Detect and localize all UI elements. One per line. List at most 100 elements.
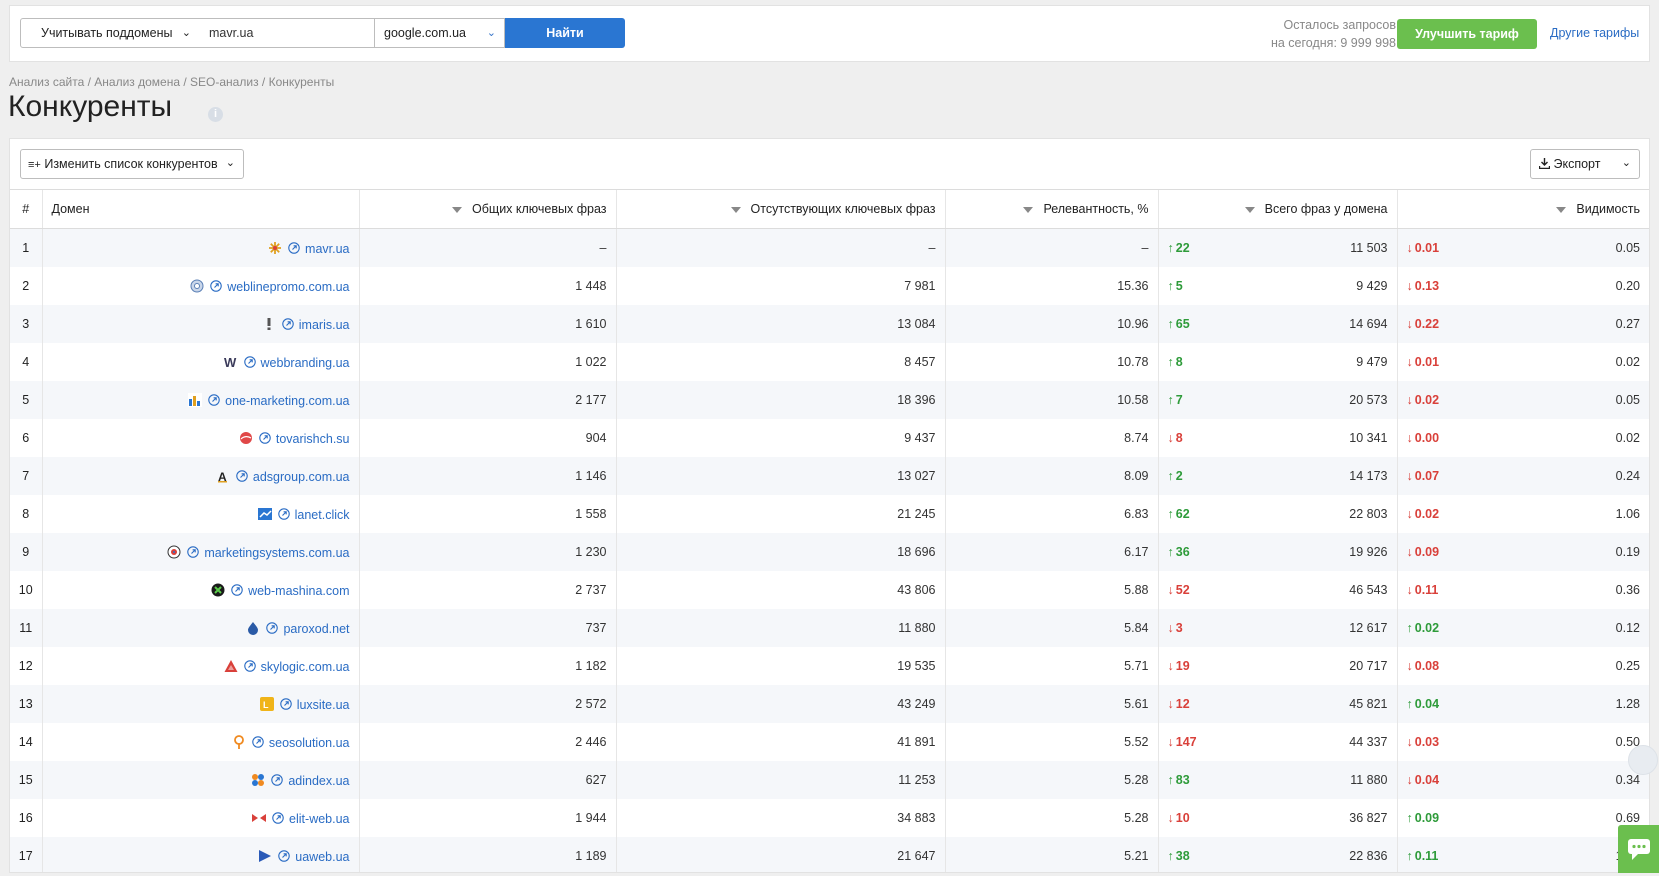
- domain-link[interactable]: weblinepromo.com.ua: [227, 280, 349, 294]
- missing-phrases-cell[interactable]: 11 880: [615, 609, 945, 647]
- common-phrases-cell[interactable]: 1 558: [358, 495, 616, 533]
- col-relevance-header[interactable]: Релевантность, %: [944, 189, 1158, 229]
- domain-link[interactable]: lanet.click: [295, 508, 350, 522]
- external-link-icon[interactable]: [271, 773, 284, 786]
- common-phrases-cell[interactable]: 1 610: [358, 305, 616, 343]
- common-phrases-cell[interactable]: 1 944: [358, 799, 616, 837]
- other-plans-link[interactable]: Другие тарифы: [1550, 26, 1639, 40]
- missing-phrases-cell[interactable]: 18 396: [615, 381, 945, 419]
- missing-phrases-cell[interactable]: 19 535: [615, 647, 945, 685]
- domain-link[interactable]: paroxod.net: [283, 622, 349, 636]
- common-phrases-cell[interactable]: 737: [358, 609, 616, 647]
- total-value: 11 880: [1350, 773, 1388, 787]
- external-link-icon[interactable]: [231, 583, 243, 596]
- domain-link[interactable]: seosolution.ua: [269, 736, 350, 750]
- domain-link[interactable]: adindex.ua: [288, 774, 349, 788]
- row-number: 2: [10, 267, 42, 305]
- external-link-icon[interactable]: [277, 507, 290, 520]
- domain-link[interactable]: luxsite.ua: [297, 698, 350, 712]
- missing-phrases-cell[interactable]: 43 249: [615, 685, 945, 723]
- domain-link[interactable]: imaris.ua: [299, 318, 350, 332]
- common-phrases-cell[interactable]: 2 446: [358, 723, 616, 761]
- external-link-icon[interactable]: [272, 811, 284, 824]
- domain-link[interactable]: adsgroup.com.ua: [253, 470, 350, 484]
- common-phrases-cell[interactable]: 1 022: [358, 343, 616, 381]
- missing-phrases-cell[interactable]: 7 981: [615, 267, 945, 305]
- domain-link[interactable]: mavr.ua: [305, 242, 349, 256]
- domain-link[interactable]: one-marketing.com.ua: [225, 394, 349, 408]
- table-header-row: # Домен Общих ключевых фраз Отсутствующи…: [10, 189, 1649, 229]
- common-phrases-cell[interactable]: 2 572: [358, 685, 616, 723]
- missing-phrases-cell[interactable]: 13 084: [615, 305, 945, 343]
- common-phrases-cell[interactable]: 904: [358, 419, 616, 457]
- breadcrumb-domain-analysis[interactable]: Анализ домена: [94, 75, 180, 89]
- domain-cell: one-marketing.com.ua: [41, 381, 359, 419]
- external-link-icon[interactable]: [278, 849, 291, 862]
- visibility-value: 0.34: [1615, 773, 1640, 787]
- domain-cell: adindex.ua: [41, 761, 359, 799]
- col-visibility-header[interactable]: Видимость: [1396, 189, 1649, 229]
- external-link-icon[interactable]: [236, 469, 248, 482]
- domain-link[interactable]: skylogic.com.ua: [261, 660, 350, 674]
- breadcrumb-site-analysis[interactable]: Анализ сайта: [9, 75, 84, 89]
- search-engine-select[interactable]: google.com.ua ⌄: [375, 18, 505, 48]
- col-domain-header[interactable]: Домен: [41, 189, 359, 229]
- visibility-change: 0.04: [1407, 697, 1439, 711]
- chat-button[interactable]: [1618, 825, 1659, 873]
- external-link-icon[interactable]: [266, 621, 279, 634]
- missing-phrases-cell[interactable]: 8 457: [615, 343, 945, 381]
- info-icon[interactable]: i: [208, 107, 223, 122]
- col-total-header[interactable]: Всего фраз у домена: [1157, 189, 1397, 229]
- common-phrases-cell[interactable]: 1 230: [358, 533, 616, 571]
- external-link-icon[interactable]: [252, 735, 264, 748]
- domain-link[interactable]: elit-web.ua: [289, 812, 349, 826]
- common-phrases-cell[interactable]: 2 177: [358, 381, 616, 419]
- external-link-icon[interactable]: [208, 393, 220, 406]
- domain-link[interactable]: uaweb.ua: [295, 850, 349, 864]
- common-phrases-cell[interactable]: 1 448: [358, 267, 616, 305]
- missing-phrases-cell[interactable]: 21 647: [615, 837, 945, 872]
- exclamation-favicon: [267, 317, 271, 330]
- missing-phrases-cell[interactable]: –: [615, 228, 945, 267]
- external-link-icon[interactable]: [259, 431, 271, 444]
- common-phrases-cell[interactable]: 1 146: [358, 457, 616, 495]
- competitors-table: # Домен Общих ключевых фраз Отсутствующи…: [10, 189, 1649, 872]
- col-missing-header[interactable]: Отсутствующих ключевых фраз: [615, 189, 945, 229]
- external-link-icon[interactable]: [187, 545, 200, 558]
- common-phrases-cell[interactable]: 1 189: [358, 837, 616, 872]
- missing-phrases-cell[interactable]: 43 806: [615, 571, 945, 609]
- domain-cell: elit-web.ua: [41, 799, 359, 837]
- edit-competitors-button[interactable]: ≡+ Изменить список конкурентов ⌄: [20, 149, 244, 179]
- missing-phrases-cell[interactable]: 9 437: [615, 419, 945, 457]
- external-link-icon[interactable]: [279, 697, 292, 710]
- total-change: 8: [1168, 355, 1183, 369]
- missing-phrases-cell[interactable]: 13 027: [615, 457, 945, 495]
- scroll-top-button[interactable]: [1628, 745, 1658, 775]
- external-link-icon[interactable]: [282, 317, 294, 330]
- missing-phrases-cell[interactable]: 21 245: [615, 495, 945, 533]
- common-phrases-cell[interactable]: 2 737: [358, 571, 616, 609]
- domain-link[interactable]: tovarishch.su: [276, 432, 350, 446]
- upgrade-plan-button[interactable]: Улучшить тариф: [1397, 19, 1537, 49]
- export-button[interactable]: Экспорт ⌄: [1530, 149, 1640, 179]
- missing-phrases-cell[interactable]: 34 883: [615, 799, 945, 837]
- subdomain-select[interactable]: Учитывать поддомены ⌄: [20, 18, 200, 48]
- domain-link[interactable]: webbranding.ua: [261, 356, 350, 370]
- col-common-header[interactable]: Общих ключевых фраз: [358, 189, 616, 229]
- missing-phrases-cell[interactable]: 18 696: [615, 533, 945, 571]
- common-phrases-cell[interactable]: 1 182: [358, 647, 616, 685]
- external-link-icon[interactable]: [243, 659, 256, 672]
- common-phrases-cell[interactable]: –: [358, 228, 616, 267]
- domain-input[interactable]: [199, 18, 375, 48]
- common-phrases-cell[interactable]: 627: [358, 761, 616, 799]
- breadcrumb-seo-analysis[interactable]: SEO-анализ: [190, 75, 259, 89]
- missing-phrases-cell[interactable]: 11 253: [615, 761, 945, 799]
- domain-link[interactable]: marketingsystems.com.ua: [204, 546, 349, 560]
- external-link-icon[interactable]: [210, 279, 222, 292]
- external-link-icon[interactable]: [243, 355, 256, 368]
- missing-phrases-cell[interactable]: 41 891: [615, 723, 945, 761]
- play-favicon: [259, 849, 272, 862]
- external-link-icon[interactable]: [288, 241, 300, 254]
- domain-link[interactable]: web-mashina.com: [248, 584, 349, 598]
- find-button[interactable]: Найти: [505, 18, 625, 48]
